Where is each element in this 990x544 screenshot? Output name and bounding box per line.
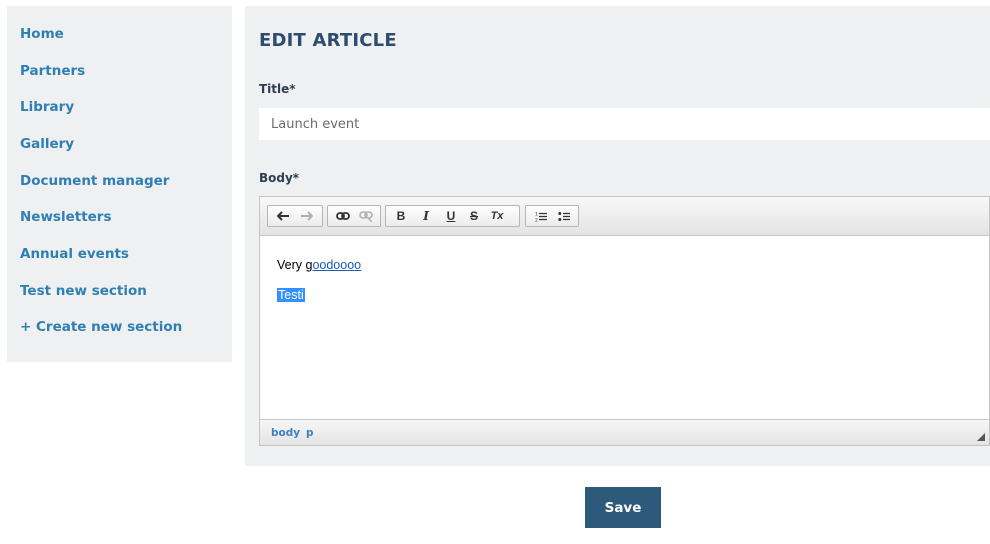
content-paragraph: Very goodoooo: [277, 257, 972, 273]
content-text: Very g: [277, 258, 313, 272]
list-group: 12: [525, 205, 579, 227]
redo-icon[interactable]: [297, 206, 315, 226]
remove-format-icon[interactable]: Tx: [488, 206, 506, 226]
path-item-p[interactable]: p: [306, 427, 314, 439]
undo-icon[interactable]: [274, 206, 292, 226]
resize-handle-icon[interactable]: [977, 433, 985, 441]
sidebar-item-document-manager[interactable]: Document manager: [20, 173, 169, 189]
link-group: [327, 205, 381, 227]
rich-text-editor: B I U S Tx 12 Very goodoooo Testi body p: [259, 196, 990, 446]
page-title: EDIT ARTICLE: [259, 30, 397, 51]
save-button[interactable]: Save: [585, 487, 661, 528]
bold-icon[interactable]: B: [392, 206, 410, 226]
content-link[interactable]: oodoooo: [312, 258, 361, 272]
svg-text:1: 1: [535, 211, 538, 217]
sidebar: Home Partners Library Gallery Document m…: [7, 6, 232, 362]
path-item-body[interactable]: body: [271, 427, 300, 439]
editor-content[interactable]: Very goodoooo Testi: [260, 237, 989, 420]
bulleted-list-icon[interactable]: [555, 206, 573, 226]
edit-article-panel: EDIT ARTICLE Title* Body*: [245, 6, 990, 466]
svg-text:2: 2: [535, 217, 538, 222]
editor-statusbar: body p: [260, 419, 989, 445]
content-paragraph: Testi: [277, 287, 972, 303]
title-input[interactable]: [259, 108, 990, 140]
unlink-icon[interactable]: [357, 206, 375, 226]
numbered-list-icon[interactable]: 12: [532, 206, 550, 226]
sidebar-item-newsletters[interactable]: Newsletters: [20, 209, 112, 225]
sidebar-item-gallery[interactable]: Gallery: [20, 136, 74, 152]
formatting-group: B I U S Tx: [385, 205, 520, 227]
editor-toolbar: B I U S Tx 12: [260, 197, 989, 236]
sidebar-item-partners[interactable]: Partners: [20, 63, 85, 79]
italic-icon[interactable]: I: [417, 206, 435, 226]
strikethrough-icon[interactable]: S: [465, 206, 483, 226]
title-label: Title*: [259, 82, 296, 96]
link-icon[interactable]: [334, 206, 352, 226]
underline-icon[interactable]: U: [442, 206, 460, 226]
selected-text: Testi: [277, 288, 305, 302]
sidebar-item-home[interactable]: Home: [20, 26, 64, 42]
sidebar-item-library[interactable]: Library: [20, 99, 74, 115]
history-group: [267, 205, 323, 227]
body-label: Body*: [259, 171, 300, 185]
sidebar-item-test-new-section[interactable]: Test new section: [20, 283, 147, 299]
sidebar-item-create-new-section[interactable]: + Create new section: [20, 319, 182, 335]
sidebar-item-annual-events[interactable]: Annual events: [20, 246, 129, 262]
